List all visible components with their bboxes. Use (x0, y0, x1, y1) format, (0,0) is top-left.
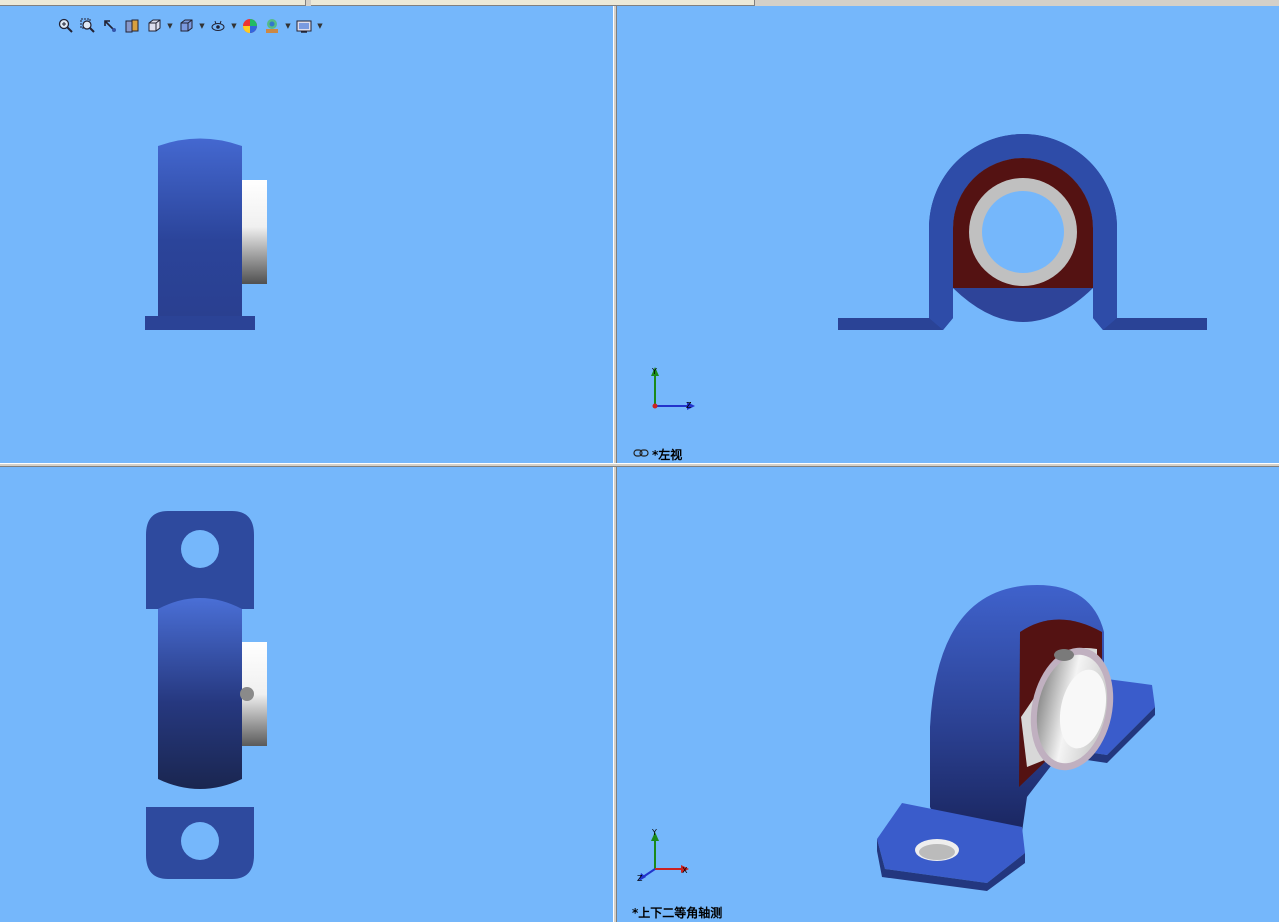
viewport-bottom-right[interactable]: Y X Z *上下二等角轴测 (617, 467, 1279, 922)
horizontal-splitter[interactable] (0, 463, 1279, 467)
viewport-bottom-left[interactable] (0, 467, 613, 922)
front-view-model (145, 138, 267, 330)
triad-z-label: Z (686, 401, 692, 410)
triad-y-label: Y (652, 367, 657, 376)
link-icon[interactable] (633, 448, 649, 458)
viewport-top-right[interactable]: Y Z *左视 (617, 6, 1279, 463)
viewport-top-left[interactable]: ▼ ▼ ▼ ▼ ▼ (0, 6, 613, 463)
isometric-view-model (877, 585, 1155, 891)
coordinate-triad (639, 832, 689, 881)
triad-y-label: Y (652, 828, 657, 837)
triad-z-label: Z (637, 874, 643, 883)
view-name-label: *上下二等角轴测 (632, 906, 723, 920)
view-name-label: *左视 (652, 448, 683, 462)
triad-x-label: X (682, 866, 688, 875)
left-view-model (838, 134, 1207, 330)
top-view-model (146, 511, 267, 879)
